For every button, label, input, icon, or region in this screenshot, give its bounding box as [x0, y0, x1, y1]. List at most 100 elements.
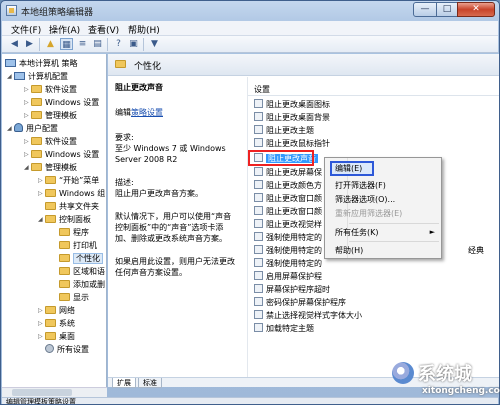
expand-arrow-icon[interactable]: ▷ — [38, 330, 45, 343]
tree-node-display[interactable]: 显示 — [59, 291, 89, 304]
tree-node-uc-admin[interactable]: ◢ 管理模板 — [24, 161, 77, 174]
folder-icon — [45, 306, 56, 314]
folder-icon — [31, 111, 42, 119]
list-item[interactable]: 强制使用特定的 — [254, 258, 322, 270]
tree-node-uc-windows[interactable]: ▷ Windows 设置 — [24, 148, 99, 161]
submenu-arrow-icon: ► — [429, 228, 435, 236]
list-item[interactable]: 阻止更改鼠标指针 — [254, 138, 330, 150]
policy-setting-icon — [254, 180, 263, 189]
collapse-arrow-icon[interactable]: ◢ — [7, 70, 14, 83]
expand-arrow-icon[interactable]: ▷ — [24, 96, 31, 109]
tree-node-printers[interactable]: 打印机 — [59, 239, 97, 252]
menu-action[interactable]: 操作(A) — [49, 23, 80, 36]
tree-node-start-menu[interactable]: ▷ “开始”菜单 — [38, 174, 99, 187]
list-item[interactable]: 强制使用特定的 — [254, 245, 322, 257]
folder-open-icon — [59, 254, 70, 262]
tree-node-desktop[interactable]: ▷ 桌面 — [38, 330, 75, 343]
menu-item-help[interactable]: 帮助(H) — [325, 244, 441, 257]
tree-node-control-panel[interactable]: ◢ 控制面板 — [38, 213, 91, 226]
filter-icon[interactable]: ▼ — [148, 38, 161, 50]
list-item[interactable]: 密码保护屏幕保护程序 — [254, 297, 346, 309]
list-item[interactable]: 阻止更改窗口颜 — [254, 206, 322, 218]
edit-label: 编辑 — [115, 108, 131, 117]
policy-setting-icon — [254, 167, 263, 176]
policy-setting-icon — [254, 323, 263, 332]
maximize-button[interactable]: □ — [436, 2, 458, 17]
list-item[interactable]: 阻止更改视觉样 — [254, 219, 322, 231]
list-item[interactable]: 阻止更改桌面背景 — [254, 112, 330, 124]
folder-icon — [59, 241, 70, 249]
tree-node-network[interactable]: ▷ 网络 — [38, 304, 75, 317]
policy-setting-icon — [254, 125, 263, 134]
help-icon[interactable]: ? — [112, 38, 125, 50]
policy-setting-icon — [254, 284, 263, 293]
list-item[interactable]: 启用屏幕保护程 — [254, 271, 322, 283]
list-item[interactable]: 禁止选择视觉样式字体大小 — [254, 310, 362, 322]
tree-node-cc-software[interactable]: ▷ 软件设置 — [24, 83, 77, 96]
menu-help[interactable]: 帮助(H) — [128, 23, 160, 36]
forward-arrow-icon[interactable]: ▶ — [23, 38, 36, 50]
tab-standard[interactable]: 标准 — [138, 378, 162, 388]
expand-arrow-icon[interactable]: ▷ — [24, 135, 31, 148]
list-item[interactable]: 阻止更改颜色方 — [254, 180, 322, 192]
menu-item-filter-options[interactable]: 筛选器选项(O)... — [325, 193, 441, 206]
expand-arrow-icon[interactable]: ▷ — [38, 304, 45, 317]
list-icon[interactable]: ≡ — [76, 38, 89, 50]
list-item[interactable]: 强制使用特定的 — [254, 232, 322, 244]
back-arrow-icon[interactable]: ◀ — [8, 38, 21, 50]
tree-node-uc-software[interactable]: ▷ 软件设置 — [24, 135, 77, 148]
tree-node-cc-windows[interactable]: ▷ Windows 设置 — [24, 96, 99, 109]
expand-arrow-icon[interactable]: ▷ — [24, 148, 31, 161]
show-tree-icon[interactable]: ▦ — [60, 38, 73, 50]
list-item[interactable]: 加载特定主题 — [254, 323, 314, 335]
close-button[interactable]: ✕ — [457, 2, 495, 17]
up-folder-icon[interactable]: ▲ — [44, 38, 57, 50]
list-item[interactable]: 阻止更改窗口颜 — [254, 193, 322, 205]
folder-icon — [45, 332, 56, 340]
tree-node-all-settings[interactable]: 所有设置 — [45, 343, 89, 356]
expand-arrow-icon[interactable]: ▷ — [24, 83, 31, 96]
list-item[interactable]: 屏幕保护程序超时 — [254, 284, 330, 296]
column-header-settings[interactable]: 设置 — [248, 83, 499, 96]
menu-bar: 文件(F) 操作(A) 查看(V) 帮助(H) — [2, 21, 498, 36]
collapse-arrow-icon[interactable]: ◢ — [24, 161, 31, 174]
menu-item-all-tasks[interactable]: 所有任务(K) ► — [325, 226, 441, 239]
list-item[interactable]: 阻止更改屏幕保 — [254, 167, 322, 179]
tree-node-system[interactable]: ▷ 系统 — [38, 317, 75, 330]
menu-file[interactable]: 文件(F) — [11, 23, 41, 36]
watermark-logo-icon — [392, 362, 414, 384]
tree-node-add-remove[interactable]: 添加或删 — [59, 278, 105, 291]
scrollbar-thumb[interactable] — [12, 389, 72, 396]
tree-node-user-config[interactable]: ◢ 用户配置 — [7, 122, 58, 135]
tree-node-personalization[interactable]: 个性化 — [59, 252, 103, 265]
policy-setting-icon — [254, 99, 263, 108]
list-item[interactable]: 阻止更改桌面图标 — [254, 99, 330, 111]
tree-node-programs[interactable]: 程序 — [59, 226, 89, 239]
folder-icon — [45, 189, 56, 197]
list-item[interactable]: 阻止更改主题 — [254, 125, 314, 137]
tree-node-root[interactable]: 本地计算机 策略 — [5, 57, 78, 70]
tree-node-regional[interactable]: 区域和语 — [59, 265, 105, 278]
tree-horizontal-scrollbar[interactable] — [2, 387, 107, 397]
collapse-arrow-icon[interactable]: ◢ — [38, 213, 45, 226]
tree-node-shared-folders[interactable]: 共享文件夹 — [45, 200, 99, 213]
tree-node-computer-config[interactable]: ◢ 计算机配置 — [7, 70, 68, 83]
details-header: 个性化 — [108, 54, 499, 76]
properties-icon[interactable]: ▣ — [127, 38, 140, 50]
menu-view[interactable]: 查看(V) — [88, 23, 119, 36]
menu-item-open-filter[interactable]: 打开筛选器(F) — [325, 179, 441, 192]
tree-node-cc-admin[interactable]: ▷ 管理模板 — [24, 109, 77, 122]
export-icon[interactable]: ▤ — [91, 38, 104, 50]
policy-settings-link[interactable]: 策略设置 — [131, 108, 163, 117]
tab-extended[interactable]: 扩展 — [112, 378, 136, 388]
collapse-arrow-icon[interactable]: ◢ — [7, 122, 14, 135]
minimize-button[interactable]: — — [413, 2, 437, 17]
menu-item-edit[interactable]: 编辑(E) — [330, 161, 374, 176]
expand-arrow-icon[interactable]: ▷ — [38, 317, 45, 330]
expand-arrow-icon[interactable]: ▷ — [38, 187, 45, 200]
policy-setting-icon — [254, 206, 263, 215]
tree-node-windows-components[interactable]: ▷ Windows 组 — [38, 187, 105, 200]
expand-arrow-icon[interactable]: ▷ — [38, 174, 45, 187]
expand-arrow-icon[interactable]: ▷ — [24, 109, 31, 122]
list-item-partial-text: 经典 — [468, 246, 484, 255]
